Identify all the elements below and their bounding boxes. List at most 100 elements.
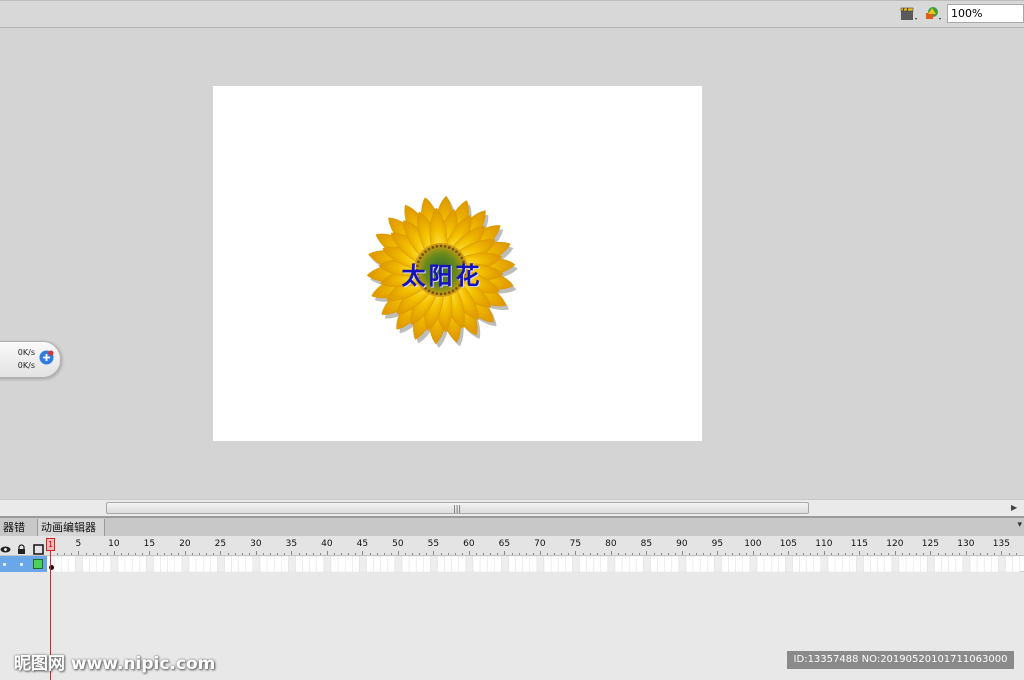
frame-cell[interactable] (366, 556, 374, 572)
frame-cell[interactable] (650, 556, 658, 572)
frame-cell[interactable] (316, 556, 325, 572)
frame-cell[interactable] (969, 556, 978, 572)
frame-cell[interactable] (579, 556, 587, 572)
frame-cell[interactable] (486, 556, 495, 572)
frame-cell[interactable] (863, 556, 871, 572)
tab-motion-editor[interactable]: 动画编辑器 (38, 519, 105, 536)
frame-cell[interactable] (387, 556, 396, 572)
frame-cell[interactable] (657, 556, 665, 572)
frame-cell[interactable] (636, 556, 644, 572)
eye-icon[interactable] (0, 540, 11, 553)
frame-cell[interactable] (813, 556, 822, 572)
frame-cell[interactable] (415, 556, 424, 572)
frame-cell[interactable] (82, 556, 90, 572)
frame-cell[interactable] (337, 556, 346, 572)
layer-outline-swatch[interactable] (33, 559, 43, 569)
frame-cell[interactable] (770, 556, 779, 572)
frame-cell[interactable] (1012, 556, 1020, 572)
frame-cell[interactable] (756, 556, 765, 572)
frame-cell[interactable] (139, 556, 147, 572)
frame-cell[interactable] (934, 556, 942, 572)
frame-cell[interactable] (423, 556, 431, 572)
frame-cell[interactable] (983, 556, 992, 572)
frame-cell[interactable] (905, 556, 914, 572)
frame-cell[interactable] (664, 556, 673, 572)
frame-cell[interactable] (444, 556, 452, 572)
frame-cell[interactable] (614, 556, 623, 572)
frame-cell[interactable] (898, 556, 907, 572)
frame-cell[interactable] (799, 556, 807, 572)
frame-cell[interactable] (252, 556, 261, 572)
frame-cell[interactable] (288, 556, 296, 572)
frame-cell[interactable] (323, 556, 332, 572)
frame-cell[interactable] (714, 556, 722, 572)
layer-row[interactable] (0, 556, 47, 572)
frame-cell[interactable] (849, 556, 857, 572)
frame-cell[interactable] (330, 556, 339, 572)
frame-ruler[interactable]: 5 10 15 20 25 30 35 40 45 50 55 60 65 70 75 80 85 90 95 100… (47, 536, 1024, 555)
network-speed-widget[interactable]: 0K/s 0K/s (0, 341, 61, 378)
frame-cell[interactable] (96, 556, 105, 572)
frame-cell[interactable] (210, 556, 218, 572)
frame-cell[interactable] (75, 556, 83, 572)
frame-cell[interactable] (501, 556, 509, 572)
frame-cell[interactable] (891, 556, 900, 572)
frame-cell[interactable] (778, 556, 786, 572)
frame-cell[interactable] (68, 556, 76, 572)
frame-cell[interactable] (494, 556, 502, 572)
frame-cell[interactable] (749, 556, 758, 572)
scroll-right-icon[interactable]: ▶ (1011, 503, 1017, 512)
frame-cell[interactable] (508, 556, 516, 572)
frame-cell[interactable] (962, 556, 971, 572)
frame-cell[interactable] (522, 556, 531, 572)
frame-cell[interactable] (451, 556, 460, 572)
frame-cell[interactable] (600, 556, 609, 572)
frame-cell[interactable] (231, 556, 239, 572)
frame-cell[interactable] (380, 556, 389, 572)
frame-cell[interactable] (621, 556, 630, 572)
frame-cell[interactable] (692, 556, 701, 572)
scrollbar-thumb[interactable]: ||| (106, 502, 809, 514)
frame-cell[interactable] (820, 556, 829, 572)
frame-cell[interactable] (586, 556, 594, 572)
frame-cell[interactable] (202, 556, 211, 572)
stage-text[interactable]: 太阳花 (382, 256, 502, 291)
frame-cell[interactable] (352, 556, 360, 572)
panel-menu-icon[interactable]: ▾ (1017, 520, 1022, 530)
frame-cell[interactable] (920, 556, 928, 572)
frame-cell[interactable] (266, 556, 275, 572)
frame-cell[interactable] (678, 556, 687, 572)
frame-cell[interactable] (302, 556, 310, 572)
accelerate-icon[interactable] (39, 350, 54, 365)
frame-cell[interactable] (721, 556, 729, 572)
frame-cell[interactable] (479, 556, 488, 572)
frame-cell[interactable] (536, 556, 545, 572)
frame-cell[interactable] (131, 556, 140, 572)
frame-cell[interactable] (735, 556, 744, 572)
playhead[interactable]: 1 (46, 538, 55, 551)
frame-cell[interactable] (167, 556, 176, 572)
edit-symbols-icon[interactable] (923, 5, 943, 23)
frame-cell[interactable] (117, 556, 126, 572)
frame-cell[interactable] (998, 556, 1006, 572)
frame-cell[interactable] (550, 556, 559, 572)
frame-cell[interactable] (295, 556, 303, 572)
frame-cell[interactable] (927, 556, 935, 572)
frame-cell[interactable] (472, 556, 481, 572)
frame-cell[interactable] (955, 556, 964, 572)
frame-cell[interactable] (941, 556, 949, 572)
frame-cell[interactable] (884, 556, 893, 572)
frame-cell[interactable] (344, 556, 353, 572)
frame-cell[interactable] (912, 556, 921, 572)
frame-cell[interactable] (834, 556, 843, 572)
frame-cell[interactable] (728, 556, 736, 572)
frame-cell[interactable] (188, 556, 197, 572)
frame-cell[interactable] (699, 556, 708, 572)
tab-compiler-errors[interactable]: 器错误 (0, 519, 38, 536)
frame-cell[interactable] (160, 556, 168, 572)
frame-cell[interactable] (238, 556, 247, 572)
layer-visible-dot[interactable] (3, 563, 6, 566)
horizontal-scrollbar[interactable]: ||| ▶ (0, 499, 1024, 517)
frame-cell[interactable] (124, 556, 133, 572)
frame-cell[interactable] (224, 556, 232, 572)
